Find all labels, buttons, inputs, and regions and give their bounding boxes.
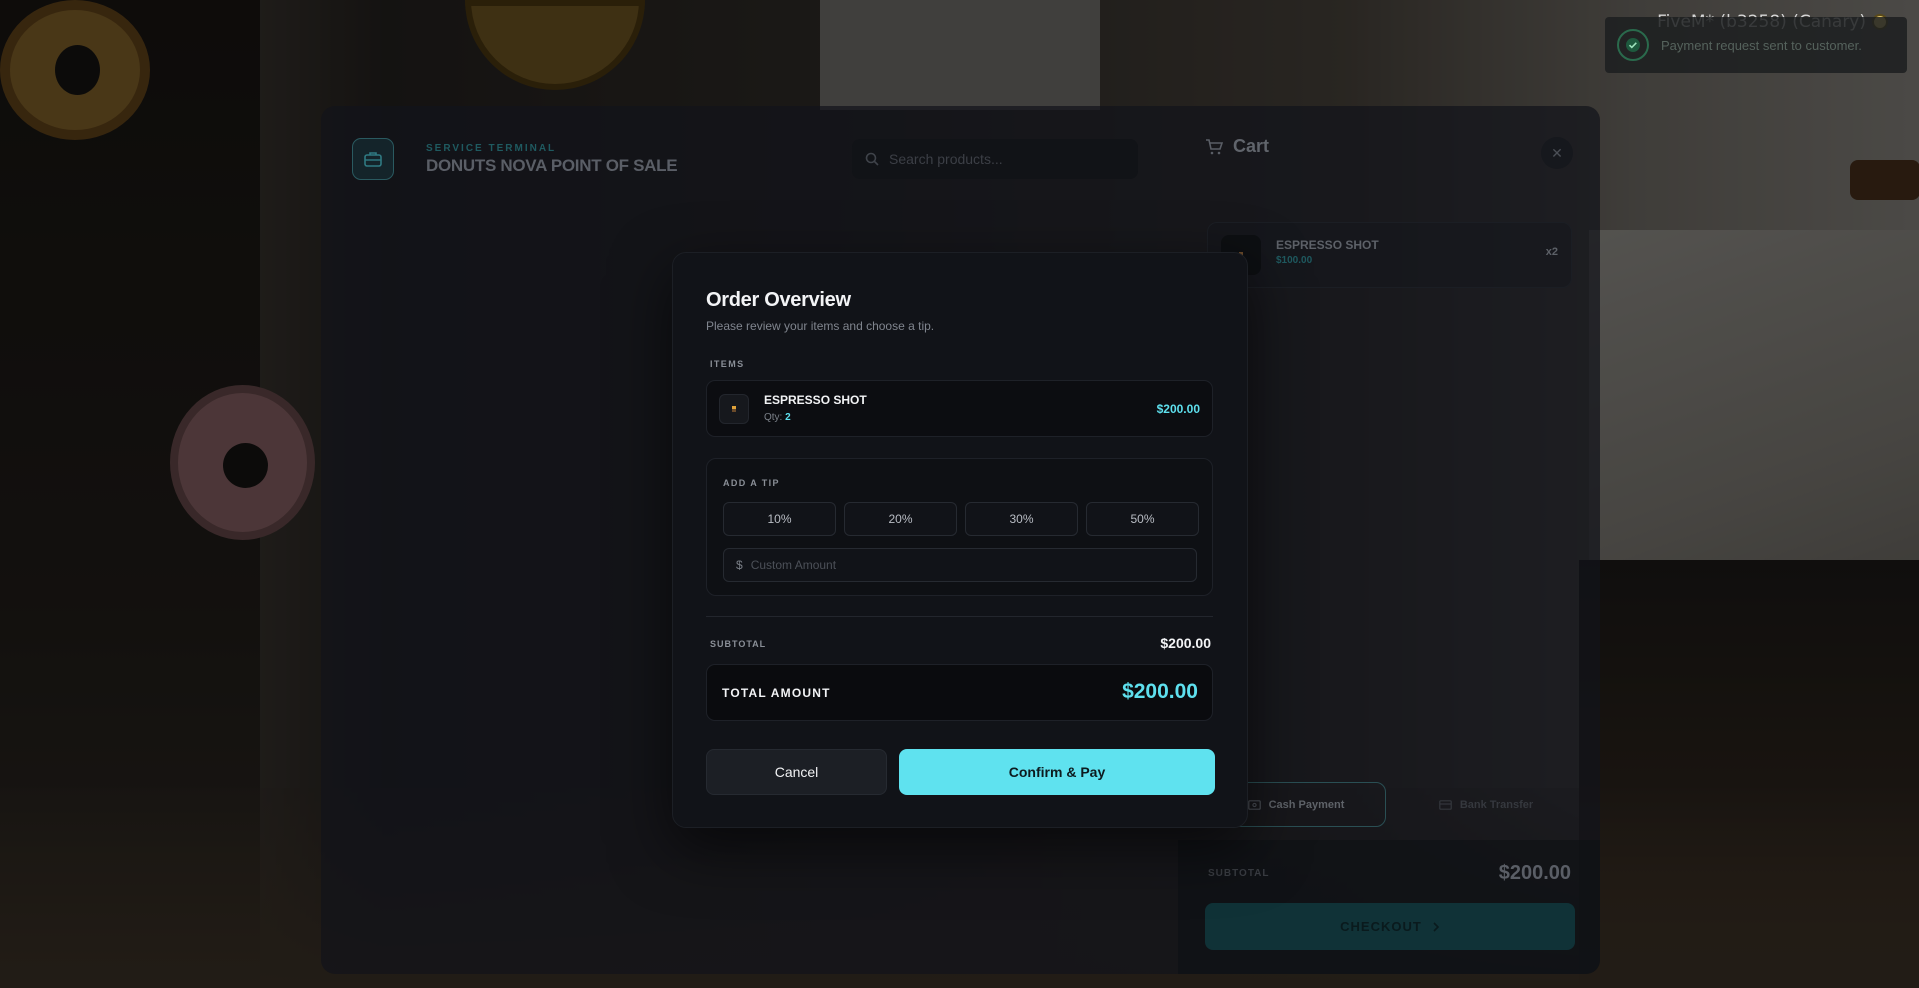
pos-subtitle: SERVICE TERMINAL [426,143,557,154]
card-icon [1439,799,1452,810]
total-label: TOTAL AMOUNT [722,686,831,700]
checkout-label: CHECKOUT [1340,919,1422,934]
order-item-name: ESPRESSO SHOT [764,393,867,407]
confirm-pay-button[interactable]: Confirm & Pay [899,749,1215,795]
order-item: ESPRESSO SHOT Qty: 2 $200.00 [706,380,1213,437]
checkout-button[interactable]: CHECKOUT [1205,903,1575,950]
bank-transfer-label: Bank Transfer [1459,798,1534,811]
modal-description: Please review your items and choose a ti… [706,319,935,333]
search-placeholder: Search products... [889,151,1003,167]
order-item-qty: Qty: 2 [764,412,791,423]
cart-item-qty: x2 [1545,246,1558,258]
custom-tip-input[interactable] [750,558,1171,572]
cash-payment-label: Cash Payment [1268,798,1345,811]
custom-tip-field[interactable]: $ [723,548,1197,582]
cart-header: Cart [1205,136,1269,157]
pos-subtotal-value: $200.00 [1498,862,1571,884]
tip-30-button[interactable]: 30% [965,502,1078,536]
check-circle-icon [1617,29,1649,61]
cart-icon [1206,138,1223,154]
bank-transfer-button[interactable]: Bank Transfer [1396,782,1576,827]
search-icon [865,152,879,166]
order-item-price: $200.00 [1156,402,1200,416]
cart-title: Cart [1233,136,1270,156]
qty-label: Qty: [764,412,783,423]
divider [706,616,1213,617]
pos-subtotal-label: SUBTOTAL [1208,868,1270,879]
tip-section: ADD A TIP 10% 20% 30% 50% $ [706,458,1213,596]
total-amount-card: TOTAL AMOUNT $200.00 [706,664,1213,721]
notification-toast: Payment request sent to customer. [1605,17,1907,73]
currency-symbol: $ [736,558,743,572]
tip-10-button[interactable]: 10% [723,502,836,536]
qty-value: 2 [785,412,791,423]
cart-item-name: ESPRESSO SHOT [1276,238,1379,252]
cart-item: ESPRESSO SHOT $100.00 x2 [1207,222,1572,288]
subtotal-label: SUBTOTAL [710,639,767,649]
order-overview-modal: Order Overview Please review your items … [672,252,1248,828]
modal-title: Order Overview [706,289,851,311]
tip-20-button[interactable]: 20% [844,502,957,536]
notification-text: Payment request sent to customer. [1661,37,1862,53]
tip-section-label: ADD A TIP [723,478,780,488]
register-icon [352,138,394,180]
cancel-button[interactable]: Cancel [706,749,887,795]
items-section-label: ITEMS [710,359,745,369]
subtotal-value: $200.00 [1160,635,1211,651]
cart-item-price: $100.00 [1276,255,1313,266]
chevron-right-icon [1433,921,1439,932]
product-search[interactable]: Search products... [852,139,1138,179]
cash-icon [1247,799,1261,810]
tip-50-button[interactable]: 50% [1086,502,1199,536]
pos-title: DONUTS NOVA POINT OF SALE [426,156,678,175]
total-value: $200.00 [1122,680,1198,703]
close-icon[interactable]: ✕ [1541,137,1573,169]
espresso-thumbnail [719,394,749,424]
